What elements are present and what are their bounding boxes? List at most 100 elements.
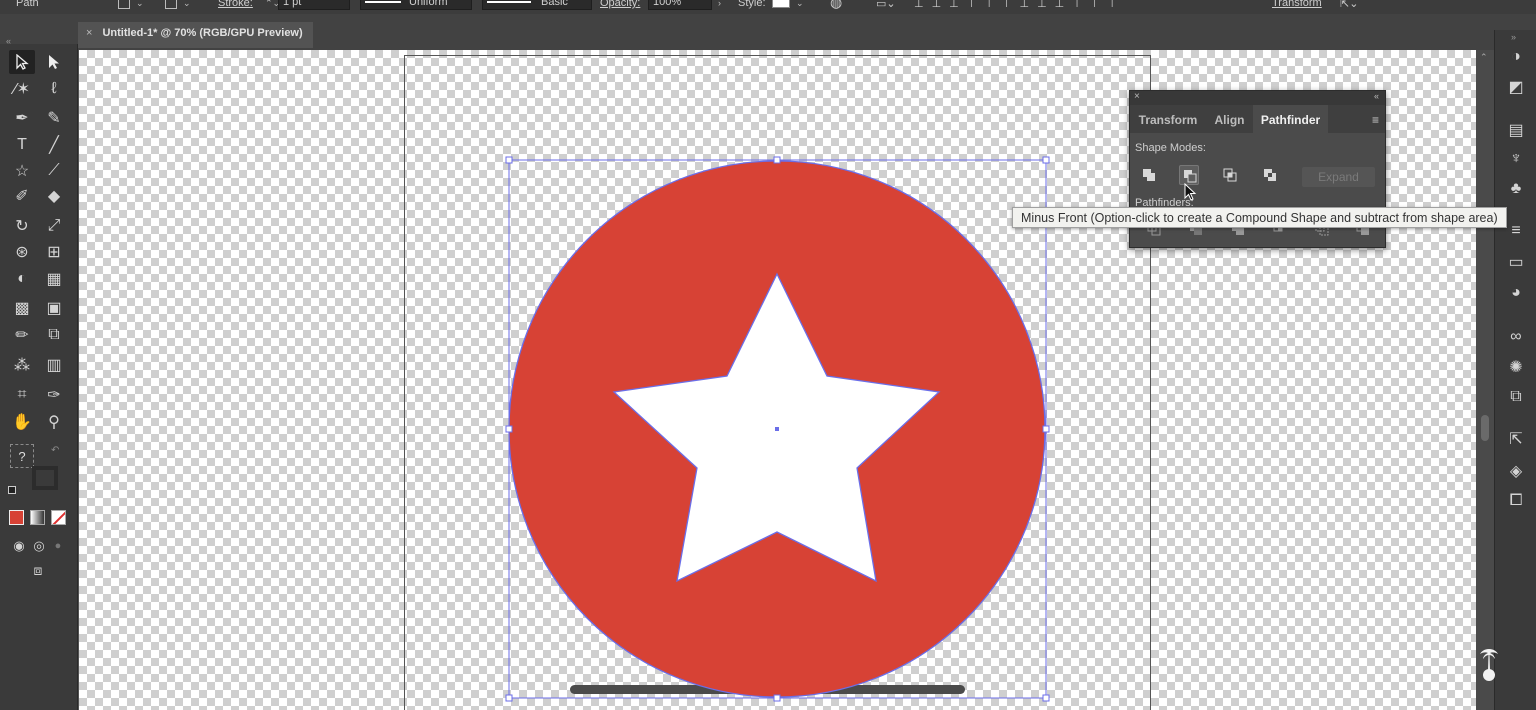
panel-menu-icon[interactable]: ≡: [1372, 113, 1379, 127]
style-swatch[interactable]: [772, 0, 790, 8]
panel-titlebar[interactable]: × «: [1130, 91, 1385, 105]
document-tab-bar: « × Untitled-1* @ 70% (RGB/GPU Preview): [0, 14, 1536, 50]
unite-icon: [1143, 169, 1155, 181]
close-panel-icon[interactable]: ×: [1134, 91, 1140, 102]
artboards-panel-icon[interactable]: ⧠: [1503, 490, 1529, 512]
exclude-button[interactable]: [1260, 165, 1280, 185]
draw-inside-icon[interactable]: ●: [45, 534, 71, 558]
opacity-field[interactable]: 100%: [648, 0, 712, 10]
pen-tool-icon[interactable]: ✒: [9, 106, 35, 130]
rotate-tool-icon[interactable]: ↻: [9, 214, 35, 238]
free-transform-tool-icon[interactable]: ⊞: [41, 240, 67, 264]
opacity-label[interactable]: Opacity:: [600, 0, 640, 9]
intersect-icon: [1223, 168, 1237, 182]
intersect-button[interactable]: [1220, 165, 1240, 185]
swatches-panel-icon[interactable]: ▤: [1503, 119, 1529, 141]
screen-mode-icon[interactable]: ⧈: [25, 558, 51, 582]
color-guide-icon[interactable]: ◩: [1503, 76, 1529, 98]
magic-wand-tool-icon[interactable]: ⁄✶: [9, 77, 35, 101]
brush-value: Basic: [541, 0, 568, 8]
brushes-panel-icon[interactable]: ♆: [1503, 148, 1529, 170]
scroll-thumb[interactable]: [1481, 415, 1489, 441]
transform-link[interactable]: Transform: [1272, 0, 1322, 9]
chevron-down-icon[interactable]: ⌄: [183, 0, 191, 9]
chevron-down-icon[interactable]: ⌄: [796, 0, 804, 9]
stroke-weight-field[interactable]: 1 pt: [278, 0, 350, 10]
export-panel-icon[interactable]: ⇱: [1503, 428, 1529, 450]
line-segment-tool-icon[interactable]: ╱: [41, 133, 67, 157]
stroke-panel-icon[interactable]: ≡: [1503, 220, 1529, 242]
eraser-tool-icon[interactable]: ◆: [41, 184, 67, 208]
blend-tool-icon[interactable]: ⧉: [41, 323, 67, 347]
fill-box[interactable]: ?: [10, 444, 34, 468]
align-to-icon[interactable]: ▭⌄: [876, 0, 896, 10]
recolor-artwork-icon[interactable]: ◍: [830, 0, 842, 11]
tab-pathfinder[interactable]: Pathfinder: [1253, 105, 1328, 133]
appearance-panel-icon[interactable]: ✺: [1503, 356, 1529, 378]
layers-panel-icon[interactable]: ◈: [1503, 460, 1529, 482]
brush-definition-select[interactable]: Basic: [482, 0, 592, 10]
cc-libraries-icon[interactable]: ∞: [1503, 326, 1529, 348]
hand-tool-icon[interactable]: ✋: [9, 410, 35, 434]
expand-button[interactable]: Expand: [1302, 167, 1375, 187]
star-tool-icon[interactable]: ☆: [9, 159, 35, 183]
shaper-tool-icon[interactable]: ✐: [9, 184, 35, 208]
help-glyph: ?: [18, 449, 26, 464]
zoom-tool-icon[interactable]: ⚲: [41, 410, 67, 434]
chevron-right-icon[interactable]: ›: [718, 0, 721, 8]
document-tab[interactable]: × Untitled-1* @ 70% (RGB/GPU Preview): [78, 22, 313, 48]
graphic-styles-icon[interactable]: ⧉: [1503, 386, 1529, 408]
vertical-scrollbar[interactable]: ⌃: [1476, 50, 1494, 710]
warp-tool-icon[interactable]: ⊛: [9, 240, 35, 264]
curvature-tool-icon[interactable]: ✎: [41, 106, 67, 130]
object-type-label: Path: [16, 0, 39, 9]
mesh-tool-icon[interactable]: ▩: [9, 296, 35, 320]
type-tool-icon[interactable]: T: [9, 133, 35, 157]
selection-tool-icon[interactable]: [9, 50, 35, 74]
collapse-dock-icon[interactable]: »: [1511, 32, 1516, 42]
isolate-icon[interactable]: ⇱⌄: [1340, 0, 1358, 10]
color-panel-icon[interactable]: ◑: [1503, 46, 1529, 68]
default-colors-icon[interactable]: [8, 486, 16, 494]
style-label: Style:: [738, 0, 766, 9]
panel-dock: » ◑ ◩ ▤ ♆ ♣ ≡ ▭ ◕ ∞ ✺ ⧉ ⇱ ◈ ⧠: [1494, 30, 1536, 710]
eyedropper-tool-icon[interactable]: ✏: [9, 323, 35, 347]
transparency-panel-icon[interactable]: ◕: [1503, 282, 1529, 304]
tab-transform[interactable]: Transform: [1130, 105, 1206, 133]
gradient-mode-icon[interactable]: [30, 510, 45, 525]
palm-tree-logo-icon: [1480, 649, 1498, 681]
paintbrush-tool-icon[interactable]: ⟋: [41, 159, 67, 183]
variable-width-profile-select[interactable]: Uniform: [360, 0, 472, 10]
stroke-swatch-icon[interactable]: [165, 0, 177, 9]
panel-tab-strip: Transform Align Pathfinder ≡: [1130, 105, 1385, 133]
minus-front-button[interactable]: [1179, 165, 1199, 185]
artboard-tool-icon[interactable]: ⌗: [9, 383, 35, 407]
gradient-tool-icon[interactable]: ▣: [41, 296, 67, 320]
direct-selection-tool-icon[interactable]: [41, 50, 67, 74]
swap-fill-stroke-icon[interactable]: ↶: [51, 445, 59, 456]
lasso-tool-icon[interactable]: ℓ: [41, 77, 67, 101]
gradient-panel-icon[interactable]: ▭: [1503, 251, 1529, 273]
tab-align[interactable]: Align: [1206, 105, 1253, 133]
close-tab-icon[interactable]: ×: [86, 27, 92, 39]
chevron-down-icon[interactable]: ⌄: [136, 0, 144, 9]
scale-tool-icon[interactable]: ⤢: [41, 214, 67, 238]
stroke-label[interactable]: Stroke:: [218, 0, 253, 9]
symbol-sprayer-tool-icon[interactable]: ⁂: [9, 353, 35, 377]
color-mode-icon[interactable]: [9, 510, 24, 525]
none-mode-icon[interactable]: [51, 510, 66, 525]
fill-swatch-icon[interactable]: [118, 0, 130, 9]
align-buttons-icon[interactable]: ⊥⊥⊥⊤⊤⊤⊥⊥⊥⊤⊤⊤: [914, 0, 1125, 10]
slice-tool-icon[interactable]: ✑: [41, 383, 67, 407]
fill-stroke-widget[interactable]: ?: [8, 442, 58, 490]
symbols-panel-icon[interactable]: ♣: [1503, 178, 1529, 200]
stroke-weight-value: 1 pt: [283, 0, 302, 8]
unite-button[interactable]: [1139, 165, 1159, 185]
shape-builder-tool-icon[interactable]: ◐: [9, 267, 35, 291]
collapse-panel-icon[interactable]: «: [1374, 91, 1379, 101]
stroke-box[interactable]: [32, 466, 58, 490]
scroll-up-icon[interactable]: ⌃: [1480, 52, 1488, 63]
column-graph-tool-icon[interactable]: ▥: [41, 353, 67, 377]
minus-front-tooltip: Minus Front (Option-click to create a Co…: [1012, 207, 1507, 228]
perspective-grid-tool-icon[interactable]: ▦: [41, 267, 67, 291]
